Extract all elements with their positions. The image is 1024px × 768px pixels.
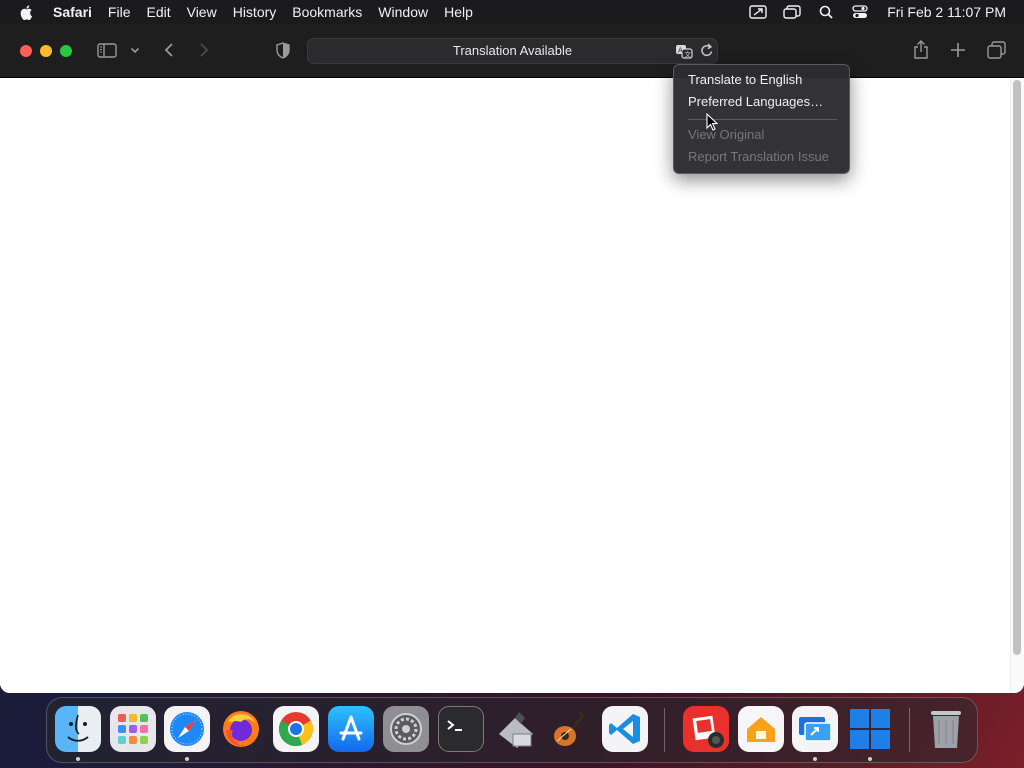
reload-icon[interactable] [700, 43, 714, 59]
address-bar-text: Translation Available [452, 43, 573, 58]
menu-bookmarks[interactable]: Bookmarks [284, 0, 370, 24]
menu-bar: Safari File Edit View History Bookmarks … [0, 0, 1024, 24]
forward-icon[interactable] [195, 41, 213, 59]
menu-window[interactable]: Window [370, 0, 436, 24]
vscode-icon[interactable] [602, 706, 648, 752]
svg-text:A: A [678, 47, 683, 55]
safari-icon[interactable] [164, 706, 210, 752]
back-icon[interactable] [160, 41, 178, 59]
address-bar[interactable]: Translation Available A文 [307, 38, 718, 64]
menu-item-translate-to-english[interactable]: Translate to English [688, 70, 802, 90]
mouse-pointer-icon [706, 113, 718, 131]
dock-running-indicator [813, 757, 817, 761]
tab-overview-icon[interactable] [985, 40, 1007, 60]
apple-menu-icon[interactable] [19, 4, 35, 20]
translate-icon[interactable]: A文 [675, 43, 693, 59]
share-icon[interactable] [911, 39, 931, 61]
close-window-button[interactable] [20, 45, 32, 57]
svg-text:文: 文 [685, 50, 692, 59]
home-icon[interactable] [738, 706, 784, 752]
menu-view[interactable]: View [179, 0, 225, 24]
launchpad-icon[interactable] [110, 706, 156, 752]
menu-help[interactable]: Help [436, 0, 481, 24]
safari-toolbar: Translation Available A文 [0, 24, 1024, 78]
stage-manager-icon[interactable] [782, 4, 802, 20]
minimize-window-button[interactable] [40, 45, 52, 57]
terminal-icon[interactable] [438, 706, 484, 752]
web-content-area[interactable] [0, 78, 1024, 693]
dock-running-indicator [868, 757, 872, 761]
finder-icon[interactable] [55, 706, 101, 752]
menu-item-report-translation-issue: Report Translation Issue [688, 149, 829, 164]
vertical-scrollbar[interactable] [1010, 78, 1024, 693]
migration-assistant-icon[interactable] [493, 706, 539, 752]
dock-running-indicator [185, 757, 189, 761]
remote-desktop-icon[interactable] [792, 706, 838, 752]
garageband-icon[interactable] [547, 706, 593, 752]
menu-item-view-original: View Original [688, 127, 765, 142]
photo-booth-icon[interactable] [683, 706, 729, 752]
chrome-icon[interactable] [273, 706, 319, 752]
translation-menu: Translate to English Preferred Languages… [673, 64, 850, 174]
screen-mirroring-icon[interactable] [748, 4, 768, 20]
new-tab-icon[interactable] [948, 40, 968, 60]
app-store-icon[interactable] [328, 706, 374, 752]
spotlight-search-icon[interactable] [816, 4, 836, 20]
dock-running-indicator [76, 757, 80, 761]
menu-item-preferred-languages[interactable]: Preferred Languages… [688, 92, 823, 112]
sidebar-icon[interactable] [96, 41, 118, 59]
safari-window: Translation Available A文 [0, 24, 1024, 693]
dock [46, 697, 978, 763]
menu-bar-clock[interactable]: Fri Feb 2 11:07 PM [887, 4, 1006, 20]
dock-separator [909, 708, 910, 752]
trash-icon[interactable] [923, 706, 969, 752]
menu-edit[interactable]: Edit [138, 0, 178, 24]
scrollbar-thumb[interactable] [1013, 80, 1021, 655]
menu-history[interactable]: History [225, 0, 285, 24]
windows-icon[interactable] [847, 706, 893, 752]
dock-separator [664, 708, 665, 752]
system-settings-icon[interactable] [383, 706, 429, 752]
control-center-icon[interactable] [850, 4, 870, 20]
privacy-shield-icon[interactable] [274, 41, 292, 59]
firefox-icon[interactable] [218, 706, 264, 752]
menu-app-safari[interactable]: Safari [45, 0, 100, 24]
menu-file[interactable]: File [100, 0, 139, 24]
chevron-down-icon[interactable] [129, 44, 141, 56]
fullscreen-window-button[interactable] [60, 45, 72, 57]
